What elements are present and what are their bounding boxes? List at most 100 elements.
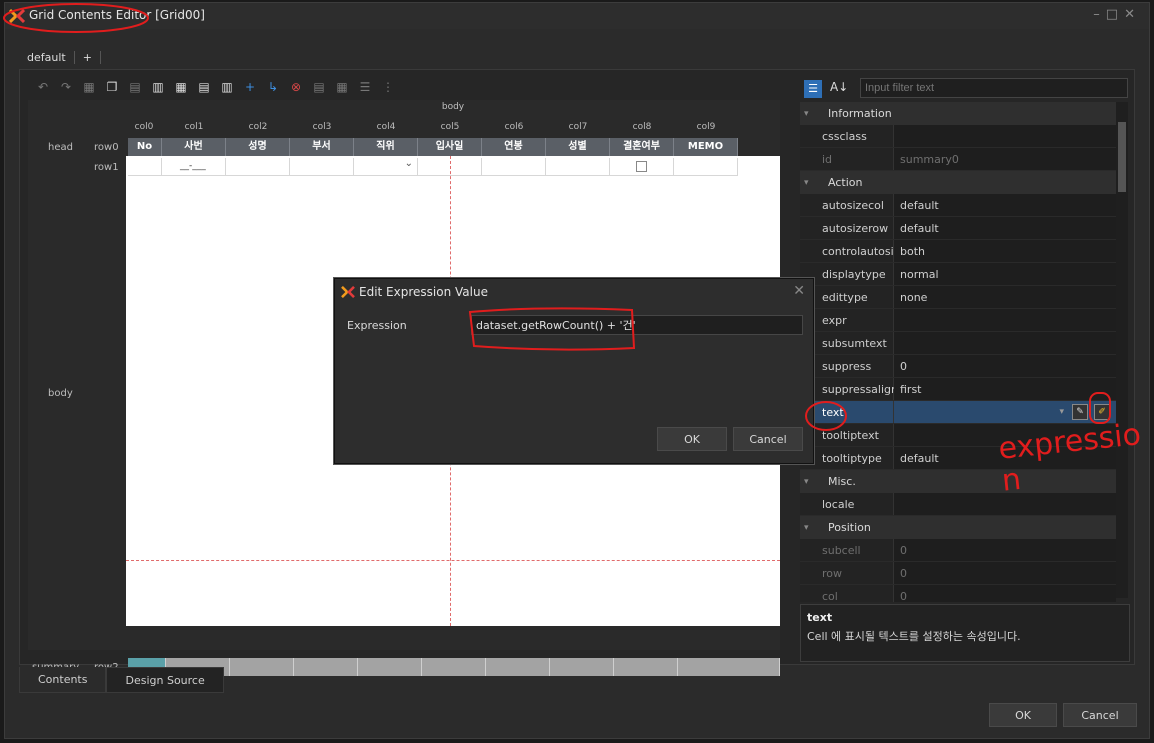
property-row[interactable]: displaytype normal xyxy=(800,263,1116,286)
masked-edit-cell[interactable]: __-___ xyxy=(162,158,226,176)
header-cell[interactable]: 성별 xyxy=(546,138,610,156)
property-row[interactable]: expr xyxy=(800,309,1116,332)
column-label[interactable]: col0 xyxy=(126,122,162,132)
header-cell[interactable]: No xyxy=(128,138,162,156)
property-value[interactable]: none xyxy=(894,286,1116,308)
header-cell[interactable]: 입사일 xyxy=(418,138,482,156)
add-row-icon[interactable]: ▤ xyxy=(197,80,211,94)
expression-input[interactable] xyxy=(471,315,803,335)
delete-icon[interactable]: ⊗ xyxy=(289,80,303,94)
chevron-down-icon[interactable]: ⌄ xyxy=(405,158,413,169)
add-icon[interactable]: + xyxy=(243,80,257,94)
maximize-icon[interactable]: □ xyxy=(1106,7,1124,22)
window-controls[interactable]: –□✕ xyxy=(1093,7,1141,22)
summary-cell[interactable] xyxy=(294,658,358,676)
body-cell[interactable] xyxy=(482,158,546,176)
summary-cell[interactable] xyxy=(486,658,550,676)
property-row[interactable]: autosizerow default xyxy=(800,217,1116,240)
copy-icon[interactable]: ❐ xyxy=(105,80,119,94)
header-cell[interactable]: 결혼여부 xyxy=(610,138,674,156)
column-label[interactable]: col9 xyxy=(674,122,738,132)
column-label[interactable]: col8 xyxy=(610,122,674,132)
column-label[interactable]: col2 xyxy=(226,122,290,132)
property-row[interactable]: id summary0 xyxy=(800,148,1116,171)
header-cell[interactable]: MEMO xyxy=(674,138,738,156)
column-label[interactable]: col5 xyxy=(418,122,482,132)
property-row[interactable]: autosizecol default xyxy=(800,194,1116,217)
property-row[interactable]: col 0 xyxy=(800,585,1116,602)
edit-text-icon[interactable]: ✎ xyxy=(1072,404,1088,420)
scrollbar-thumb[interactable] xyxy=(1118,122,1126,192)
insert-column-icon[interactable]: ▥ xyxy=(220,80,234,94)
undo-icon[interactable]: ↶ xyxy=(36,80,50,94)
ok-button[interactable]: OK xyxy=(989,703,1057,727)
expression-editor-icon[interactable]: ✐ xyxy=(1094,404,1110,420)
property-value[interactable] xyxy=(894,493,1116,515)
property-value[interactable]: default xyxy=(894,217,1116,239)
property-value[interactable] xyxy=(894,424,1116,446)
header-cell[interactable]: 사번 xyxy=(162,138,226,156)
property-section[interactable]: Position xyxy=(800,516,1116,539)
property-value[interactable] xyxy=(894,125,1116,147)
body-cell[interactable] xyxy=(290,158,354,176)
header-cell[interactable]: 직위 xyxy=(354,138,418,156)
header-cell[interactable]: 연봉 xyxy=(482,138,546,156)
column-label[interactable]: col7 xyxy=(546,122,610,132)
tab-design-source[interactable]: Design Source xyxy=(106,667,224,693)
property-filter-input[interactable] xyxy=(860,78,1128,98)
close-icon[interactable]: ✕ xyxy=(793,283,805,299)
property-value[interactable]: first xyxy=(894,378,1116,400)
title-bar[interactable]: Grid Contents Editor [Grid00] –□✕ xyxy=(5,3,1149,29)
property-value[interactable]: summary0 xyxy=(894,148,1116,170)
combo-cell[interactable]: ⌄ xyxy=(354,158,418,176)
property-value[interactable]: 0 xyxy=(894,585,1116,602)
cut-icon[interactable]: ▦ xyxy=(82,80,96,94)
checkbox-cell[interactable] xyxy=(610,158,674,176)
redo-icon[interactable]: ↷ xyxy=(59,80,73,94)
property-row[interactable]: tooltiptext xyxy=(800,424,1116,447)
column-label[interactable]: col3 xyxy=(290,122,354,132)
property-row[interactable]: suppressalign first xyxy=(800,378,1116,401)
property-value[interactable]: normal xyxy=(894,263,1116,285)
property-row[interactable]: text ▾ ✎ ✐ xyxy=(800,401,1116,424)
add-column-icon[interactable]: ▦ xyxy=(174,80,188,94)
close-icon[interactable]: ✕ xyxy=(1124,7,1141,22)
column-label[interactable]: col6 xyxy=(482,122,546,132)
property-value[interactable]: both xyxy=(894,240,1116,262)
property-value[interactable]: 0 xyxy=(894,562,1116,584)
dialog-ok-button[interactable]: OK xyxy=(657,427,727,451)
dialog-cancel-button[interactable]: Cancel xyxy=(733,427,803,451)
property-row[interactable]: controlautosizin both xyxy=(800,240,1116,263)
body-cell[interactable] xyxy=(546,158,610,176)
property-value[interactable] xyxy=(894,332,1116,354)
body-cell[interactable] xyxy=(226,158,290,176)
summary-cell[interactable] xyxy=(358,658,422,676)
property-section[interactable]: Action xyxy=(800,171,1116,194)
property-row[interactable]: suppress 0 xyxy=(800,355,1116,378)
property-row[interactable]: subcell 0 xyxy=(800,539,1116,562)
property-row[interactable]: cssclass xyxy=(800,125,1116,148)
summary-cell[interactable] xyxy=(422,658,486,676)
property-value[interactable] xyxy=(894,309,1116,331)
property-row[interactable]: tooltiptype default xyxy=(800,447,1116,470)
body-cell[interactable] xyxy=(674,158,738,176)
add-tab-button[interactable]: + xyxy=(75,50,101,64)
property-scrollbar[interactable] xyxy=(1116,102,1128,598)
merge-icon[interactable]: ▥ xyxy=(151,80,165,94)
property-value[interactable]: default xyxy=(894,447,1116,469)
summary-cell[interactable] xyxy=(614,658,678,676)
property-value[interactable]: default xyxy=(894,194,1116,216)
split-icon[interactable]: ▤ xyxy=(312,80,326,94)
property-value[interactable]: 0 xyxy=(894,355,1116,377)
header-cell[interactable]: 부서 xyxy=(290,138,354,156)
summary-cell[interactable] xyxy=(678,658,780,676)
property-section[interactable]: Misc. xyxy=(800,470,1116,493)
header-cell[interactable]: 성명 xyxy=(226,138,290,156)
table-icon[interactable]: ▦ xyxy=(335,80,349,94)
sort-alpha-icon[interactable]: A↓ xyxy=(830,80,848,94)
property-section[interactable]: Information xyxy=(800,102,1116,125)
column-width-icon[interactable]: ⋮ xyxy=(381,80,395,94)
property-value[interactable]: ▾ ✎ ✐ xyxy=(894,401,1116,423)
summary-cell[interactable] xyxy=(550,658,614,676)
insert-arrow-icon[interactable]: ↳ xyxy=(266,80,280,94)
